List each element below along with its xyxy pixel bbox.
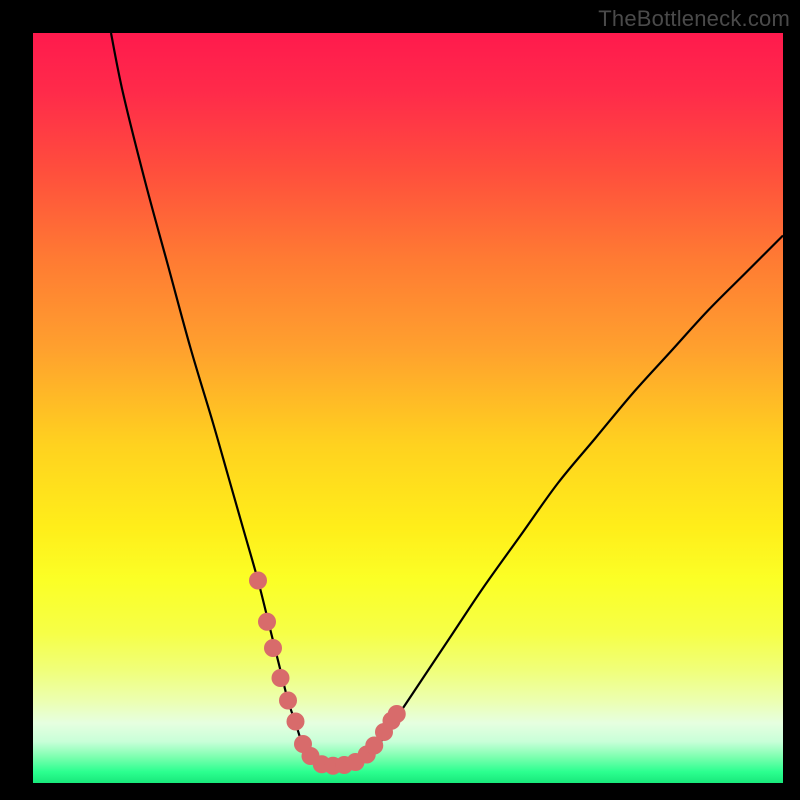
highlight-dot [272, 669, 290, 687]
highlight-dot [287, 713, 305, 731]
bottleneck-chart [33, 33, 783, 783]
highlight-dot [388, 705, 406, 723]
highlight-dot [249, 572, 267, 590]
watermark-text: TheBottleneck.com [598, 6, 790, 32]
chart-background [33, 33, 783, 783]
highlight-dot [258, 613, 276, 631]
highlight-dot [264, 639, 282, 657]
highlight-dot [279, 692, 297, 710]
